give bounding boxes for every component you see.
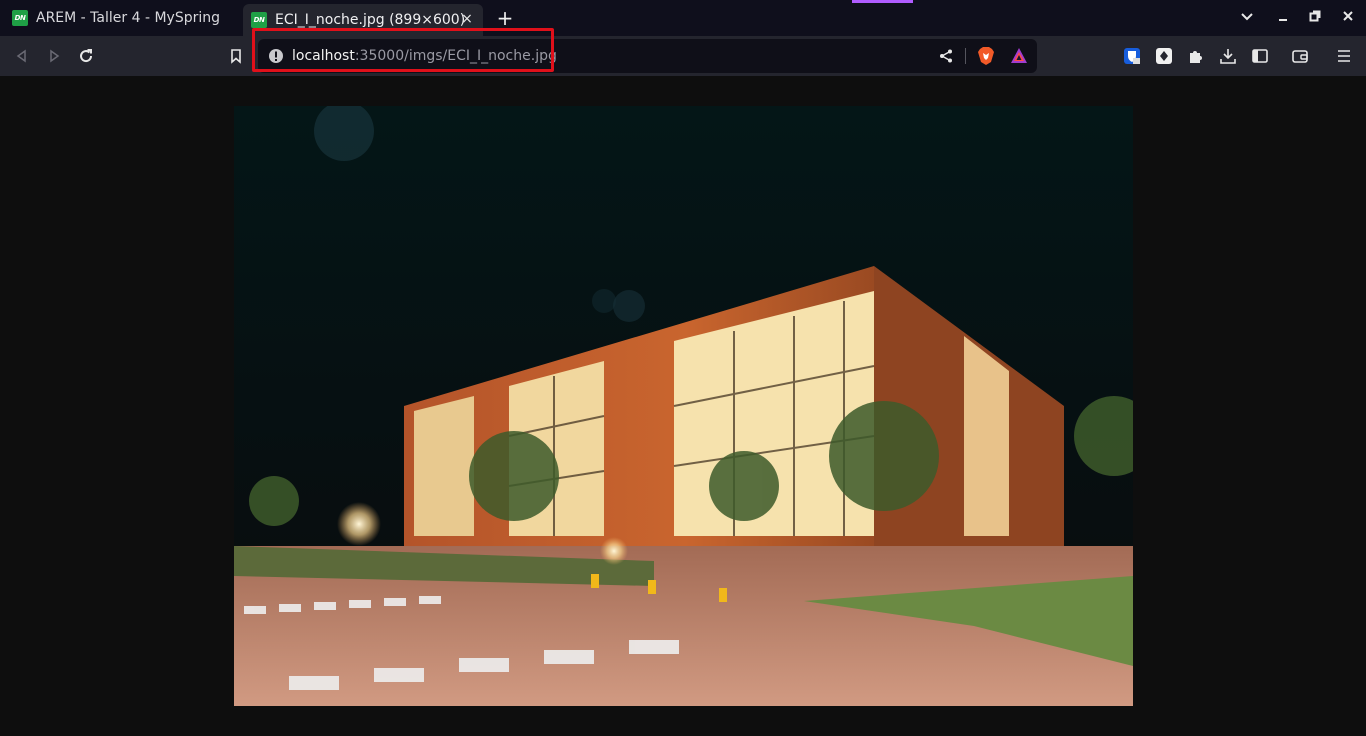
site-favicon-icon: DN [12, 10, 28, 26]
menu-icon[interactable] [1334, 46, 1354, 66]
browser-toolbar: localhost:35000/imgs/ECI_I_noche.jpg [0, 36, 1366, 76]
close-window-button[interactable] [1339, 9, 1357, 27]
reload-button[interactable] [75, 45, 97, 67]
brave-rewards-icon[interactable] [1009, 46, 1029, 66]
address-bar[interactable]: localhost:35000/imgs/ECI_I_noche.jpg [258, 39, 1037, 73]
divider [965, 48, 966, 64]
tab-image-active[interactable]: DN ECI_I_noche.jpg (899×600) × [243, 4, 483, 36]
site-favicon-icon: DN [251, 12, 267, 28]
accent-strip [852, 0, 913, 3]
forward-button[interactable] [43, 45, 65, 67]
url-path: :35000/imgs/ECI_I_noche.jpg [354, 48, 557, 64]
site-info-icon[interactable] [266, 46, 286, 66]
back-button[interactable] [11, 45, 33, 67]
tab-arem[interactable]: DN AREM - Taller 4 - MySpring [12, 4, 240, 32]
new-tab-button[interactable]: + [495, 8, 515, 28]
tab-close-icon[interactable]: × [459, 11, 475, 27]
extensions-puzzle-icon[interactable] [1186, 46, 1206, 66]
share-icon[interactable] [936, 46, 956, 66]
tab-strip: DN AREM - Taller 4 - MySpring DN ECI_I_n… [0, 0, 1366, 36]
maximize-button[interactable] [1306, 9, 1324, 27]
bitwarden-extension-icon[interactable] [1122, 46, 1142, 66]
brave-shields-icon[interactable] [976, 46, 996, 66]
building-night-photo [234, 106, 1133, 706]
url-host: localhost [292, 48, 355, 64]
bookmark-icon[interactable] [225, 45, 247, 67]
downloads-icon[interactable] [1218, 46, 1238, 66]
displayed-image[interactable] [234, 106, 1133, 706]
minimize-button[interactable] [1274, 9, 1292, 27]
wallet-icon[interactable] [1290, 46, 1310, 66]
extension-icon[interactable] [1154, 46, 1174, 66]
tab-title: AREM - Taller 4 - MySpring [36, 10, 220, 26]
sidebar-icon[interactable] [1250, 46, 1270, 66]
tab-title: ECI_I_noche.jpg (899×600) [275, 12, 466, 28]
tab-search-dropdown-icon[interactable] [1238, 9, 1256, 27]
url-text[interactable]: localhost:35000/imgs/ECI_I_noche.jpg [292, 48, 557, 64]
